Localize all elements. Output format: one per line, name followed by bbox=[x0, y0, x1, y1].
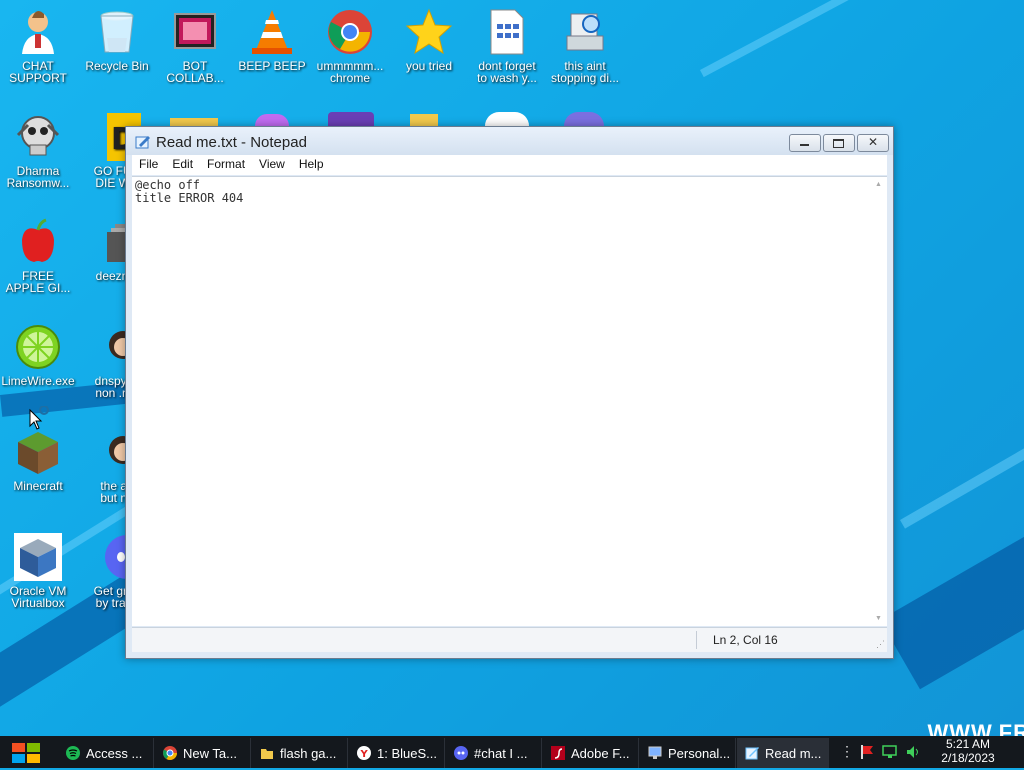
spotify-icon bbox=[66, 746, 80, 760]
limewire-icon bbox=[14, 323, 62, 371]
menu-view[interactable]: View bbox=[252, 155, 292, 175]
clock[interactable]: 5:21 AM 2/18/2023 bbox=[928, 737, 1008, 765]
taskbar-item-adobe-flash[interactable]: Adobe F... bbox=[543, 738, 639, 768]
clock-date: 2/18/2023 bbox=[941, 751, 995, 765]
bg-stripe bbox=[880, 520, 1024, 690]
cursor-position: Ln 2, Col 16 bbox=[713, 633, 778, 647]
overflow-icon[interactable]: ⋮ bbox=[840, 743, 854, 760]
menu-bar: File Edit Format View Help bbox=[132, 155, 887, 175]
restore-icon bbox=[833, 139, 844, 148]
minimize-icon bbox=[800, 144, 809, 146]
chrome-icon bbox=[326, 8, 374, 56]
desktop-icon-chat-support[interactable]: CHAT SUPPORT bbox=[0, 8, 76, 84]
desktop-icon-beep-beep[interactable]: BEEP BEEP bbox=[234, 8, 310, 72]
desktop-icon-recycle-bin[interactable]: Recycle Bin bbox=[79, 8, 155, 72]
flag-icon[interactable] bbox=[860, 745, 874, 759]
desktop-icon-dont-forget[interactable]: dont forget to wash y... bbox=[469, 8, 545, 84]
hidden-icon bbox=[255, 114, 289, 126]
folder-icon bbox=[261, 749, 273, 759]
desktop-icon-minecraft[interactable]: Minecraft bbox=[0, 428, 76, 492]
desktop-icon-ummmmm-chrome[interactable]: ummmmm... chrome bbox=[312, 8, 388, 84]
cursor-icon bbox=[29, 405, 51, 437]
discord-icon bbox=[454, 746, 468, 760]
scroll-up-icon[interactable]: ▲ bbox=[875, 181, 882, 188]
desktop-icon-you-tried[interactable]: you tried bbox=[391, 8, 467, 72]
system-search-icon bbox=[561, 8, 609, 56]
star-icon bbox=[405, 8, 453, 56]
text-editor[interactable]: @echo off title ERROR 404 ▲ ▼ bbox=[132, 176, 887, 626]
desktop-icon-free-apple[interactable]: FREE APPLE GI... bbox=[0, 218, 76, 294]
hidden-icon bbox=[485, 112, 529, 126]
system-tray: ⋮ bbox=[832, 736, 932, 768]
skull-icon bbox=[14, 113, 62, 161]
hidden-icon bbox=[564, 112, 604, 126]
apple-icon bbox=[14, 218, 62, 266]
status-bar: Ln 2, Col 16 ⋰ bbox=[132, 627, 887, 652]
status-divider bbox=[696, 631, 697, 649]
clock-time: 5:21 AM bbox=[945, 737, 991, 751]
volume-icon[interactable] bbox=[906, 745, 922, 759]
minimize-button[interactable] bbox=[789, 134, 821, 152]
monitor-icon bbox=[648, 746, 662, 759]
taskbar-item-notepad[interactable]: Read m... bbox=[737, 738, 829, 768]
taskbar-item-discord[interactable]: #chat I ... bbox=[446, 738, 542, 768]
resize-grip-icon[interactable]: ⋰ bbox=[876, 639, 885, 650]
desktop-icon-bot-collab[interactable]: BOT COLLAB... bbox=[157, 8, 233, 84]
gallery-icon bbox=[171, 8, 219, 56]
taskbar-item-yandex[interactable]: Y 1: BlueS... bbox=[349, 738, 445, 768]
desktop-icon-oracle-vm[interactable]: Oracle VM Virtualbox bbox=[0, 533, 76, 609]
windows-logo-icon bbox=[12, 743, 40, 763]
desktop-icon-dharma[interactable]: Dharma Ransomw... bbox=[0, 113, 76, 189]
document-icon bbox=[483, 8, 531, 56]
desktop-icon-this-aint[interactable]: this aint stopping di... bbox=[547, 8, 623, 84]
desktop-icon-limewire[interactable]: LimeWire.exe bbox=[0, 323, 76, 387]
title-bar[interactable]: Read me.txt - Notepad ✕ bbox=[126, 127, 893, 155]
yandex-icon: Y bbox=[357, 746, 371, 760]
close-icon: ✕ bbox=[868, 135, 879, 149]
user-icon bbox=[14, 8, 62, 56]
window-title: Read me.txt - Notepad bbox=[156, 134, 307, 151]
start-button[interactable] bbox=[9, 741, 43, 765]
notepad-window[interactable]: Read me.txt - Notepad ✕ File Edit Format… bbox=[125, 126, 894, 659]
bg-stripe bbox=[900, 420, 1024, 529]
taskbar-item-personal[interactable]: Personal... bbox=[640, 738, 736, 768]
hidden-icon bbox=[328, 112, 374, 126]
notepad-icon bbox=[135, 135, 151, 154]
taskbar-item-chrome[interactable]: New Ta... bbox=[155, 738, 251, 768]
vlc-icon bbox=[248, 8, 296, 56]
close-button[interactable]: ✕ bbox=[857, 134, 889, 152]
taskbar-item-spotify[interactable]: Access ... bbox=[58, 738, 154, 768]
network-icon[interactable] bbox=[882, 745, 898, 759]
editor-content[interactable]: @echo off title ERROR 404 bbox=[132, 177, 887, 207]
svg-text:Y: Y bbox=[360, 749, 369, 760]
taskbar-item-folder[interactable]: flash ga... bbox=[252, 738, 348, 768]
flash-icon bbox=[551, 746, 565, 760]
notepad-icon bbox=[745, 747, 759, 760]
chrome-icon bbox=[163, 746, 177, 760]
menu-help[interactable]: Help bbox=[292, 155, 331, 175]
scroll-down-icon[interactable]: ▼ bbox=[875, 615, 882, 622]
vertical-scrollbar[interactable]: ▲ ▼ bbox=[871, 177, 887, 626]
menu-file[interactable]: File bbox=[132, 155, 165, 175]
recycle-bin-icon bbox=[93, 8, 141, 56]
virtualbox-icon bbox=[14, 533, 62, 581]
menu-format[interactable]: Format bbox=[200, 155, 252, 175]
taskbar: Access ... New Ta... flash ga... Y 1: Bl… bbox=[0, 736, 1024, 768]
maximize-button[interactable] bbox=[823, 134, 855, 152]
bg-stripe bbox=[700, 0, 1024, 78]
menu-edit[interactable]: Edit bbox=[165, 155, 200, 175]
hidden-icon bbox=[410, 114, 438, 126]
